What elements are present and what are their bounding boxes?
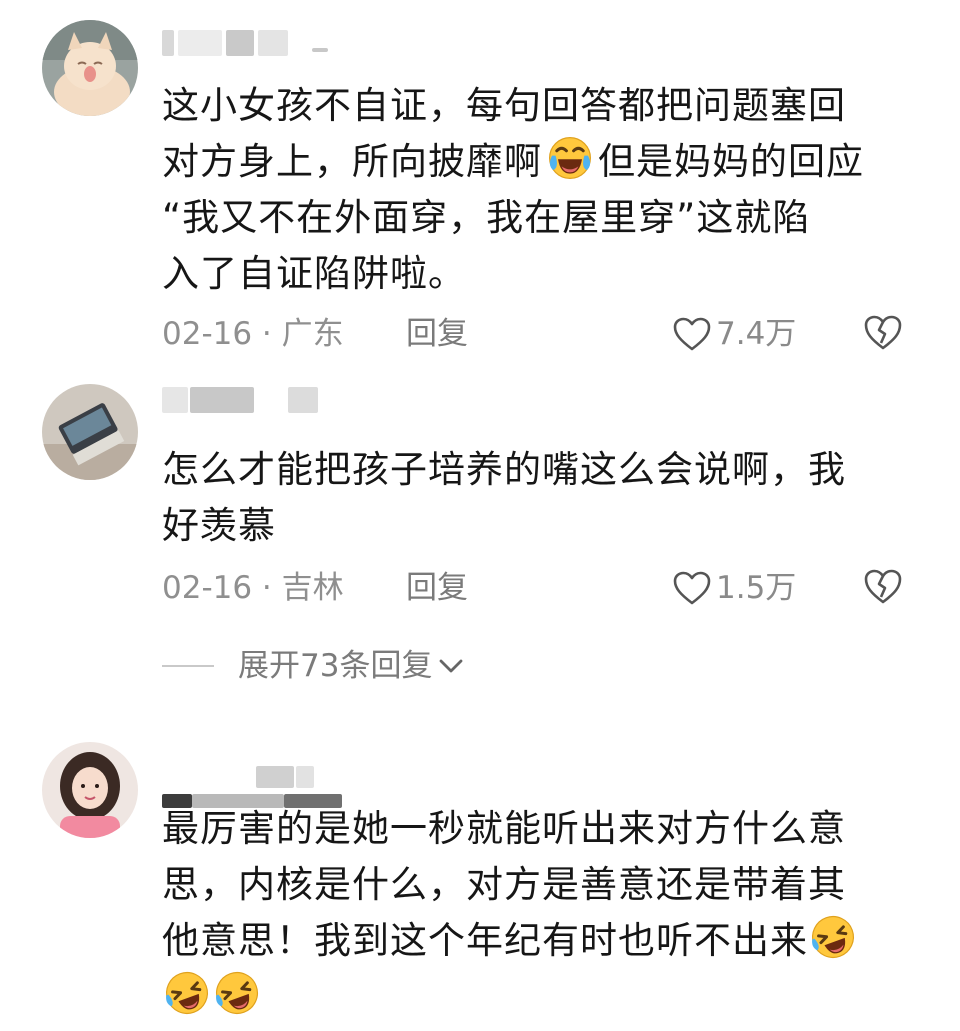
avatar[interactable] <box>42 742 138 838</box>
comment-text-line: 怎么才能把孩子培养的嘴这么会说啊，我 <box>162 448 846 491</box>
heart-outline-icon <box>673 571 711 605</box>
broken-heart-icon <box>864 569 902 604</box>
comment-text-line: 他意思！我到这个年纪有时也听不出来 <box>162 919 808 962</box>
like-count: 1.5万 <box>716 570 797 606</box>
divider <box>162 665 214 667</box>
comment-meta: 02-16 · 吉林 回复 1.5万 <box>162 566 922 610</box>
expand-replies-button[interactable]: 展开73条回复 <box>162 646 464 686</box>
username-blurred[interactable] <box>162 30 332 56</box>
comment-text-line: 对方身上，所向披靡啊 <box>162 140 542 183</box>
like-button[interactable]: 1.5万 <box>672 566 796 610</box>
dislike-button[interactable] <box>862 567 904 617</box>
like-count: 7.4万 <box>716 316 797 352</box>
date-region: 02-16 · 吉林 <box>162 570 344 606</box>
like-button[interactable]: 7.4万 <box>672 312 796 356</box>
broken-heart-icon <box>864 315 902 350</box>
date-region: 02-16 · 广东 <box>162 316 344 352</box>
comment-text-line: 入了自证陷阱啦。 <box>162 252 466 295</box>
comment-text-line: 好羡慕 <box>162 504 276 547</box>
comment-text-line: 思，内核是什么，对方是善意还是带着其 <box>162 863 846 906</box>
rolling-laughing-emoji <box>212 969 262 1017</box>
reply-button[interactable]: 回复 <box>406 312 468 356</box>
heart-outline-icon <box>673 317 711 351</box>
rolling-laughing-emoji <box>808 913 858 961</box>
avatar[interactable] <box>42 384 138 480</box>
comment-text-line: 但是妈妈的回应 <box>598 140 864 183</box>
comment-text: 这小女孩不自证，每句回答都把问题塞回 对方身上，所向披靡啊 但是妈妈的回应 “我又… <box>162 78 902 302</box>
dislike-button[interactable] <box>862 313 904 363</box>
comment-text-line: 这小女孩不自证，每句回答都把问题塞回 <box>162 84 846 127</box>
avatar[interactable] <box>42 20 138 116</box>
username-blurred[interactable] <box>162 766 362 808</box>
comment-text: 怎么才能把孩子培养的嘴这么会说啊，我 好羡慕 <box>162 442 902 554</box>
reply-button[interactable]: 回复 <box>406 566 468 610</box>
comment-text-line: 最厉害的是她一秒就能听出来对方什么意 <box>162 807 846 850</box>
chevron-down-icon <box>440 659 463 673</box>
tears-of-joy-emoji <box>542 134 598 182</box>
comment-text: 最厉害的是她一秒就能听出来对方什么意 思，内核是什么，对方是善意还是带着其 他意… <box>162 801 902 1025</box>
expand-replies-label: 展开73条回复 <box>238 648 433 684</box>
comment-text-line: “我又不在外面穿，我在屋里穿”这就陷 <box>162 196 811 239</box>
username-blurred[interactable] <box>162 387 332 413</box>
comment-meta: 02-16 · 广东 回复 7.4万 <box>162 312 922 356</box>
rolling-laughing-emoji <box>162 969 212 1017</box>
